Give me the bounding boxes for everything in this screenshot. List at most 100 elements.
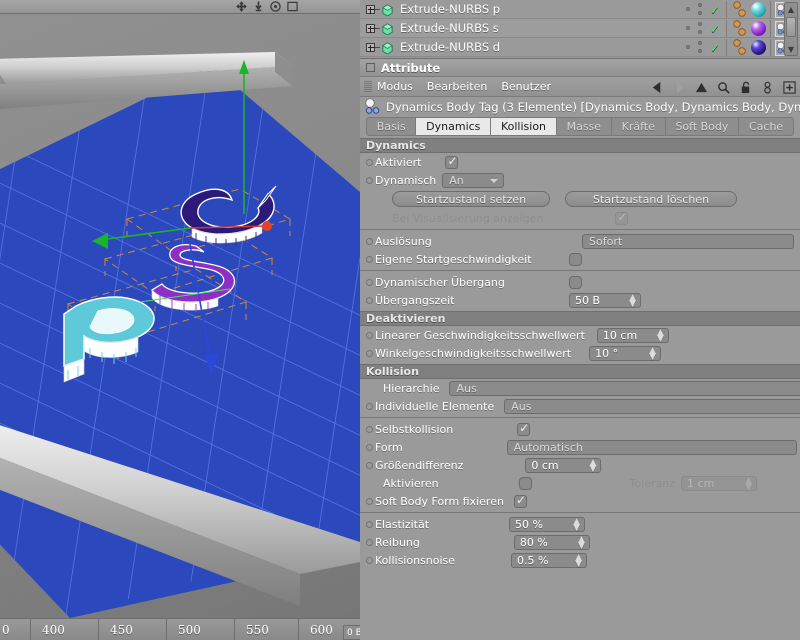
param-bullet-icon[interactable] — [366, 462, 373, 469]
forward-arrow-icon[interactable] — [673, 81, 686, 94]
param-bullet-icon[interactable] — [366, 332, 373, 339]
chain-icon[interactable] — [761, 81, 774, 94]
tab-soft-body[interactable]: Soft Body — [666, 118, 740, 135]
plus-icon[interactable] — [783, 81, 796, 94]
material-tag-icon[interactable] — [731, 1, 751, 18]
param-bullet-icon[interactable] — [366, 159, 373, 166]
stepper-icon[interactable]: ▲▼ — [745, 478, 752, 490]
dropdown-dynamisch[interactable]: An — [442, 173, 504, 188]
field-winkel-schwellwert[interactable]: 10 ° ▲▼ — [589, 346, 661, 361]
param-bullet-icon[interactable] — [366, 539, 373, 546]
param-bullet-icon[interactable] — [366, 256, 373, 263]
table-row[interactable]: Extrude-NURBS d ✓ — [360, 38, 800, 57]
material-tag-icon[interactable] — [731, 20, 751, 37]
checkbox-visualisierung[interactable] — [615, 212, 628, 225]
set-initial-state-button[interactable]: Startzustand setzen — [392, 191, 550, 207]
tab-cache[interactable]: Cache — [739, 118, 793, 135]
tab-masse[interactable]: Masse — [557, 118, 612, 135]
checkbox-startgeschwindigkeit[interactable] — [569, 253, 582, 266]
param-bullet-icon[interactable] — [366, 521, 373, 528]
unlock-icon[interactable] — [739, 81, 752, 94]
material-preview[interactable] — [751, 40, 766, 55]
expand-icon[interactable] — [366, 43, 375, 52]
param-bullet-icon[interactable] — [366, 403, 373, 410]
label-reibung: Reibung — [375, 536, 420, 549]
expand-icon[interactable] — [366, 24, 375, 33]
param-bullet-icon[interactable] — [366, 297, 373, 304]
dropdown-individuelle-elemente[interactable]: Aus — [504, 399, 800, 414]
table-row[interactable]: Extrude-NURBS p ✓ — [360, 0, 800, 19]
viewport-ruler[interactable]: 0400450500550600 — [0, 618, 360, 640]
field-linearer-schwellwert[interactable]: 10 cm ▲▼ — [597, 328, 669, 343]
stepper-icon[interactable]: ▲▼ — [589, 460, 596, 472]
visibility-dots[interactable] — [684, 38, 708, 57]
menu-bearbeiten[interactable]: Bearbeiten — [427, 80, 487, 93]
material-preview[interactable] — [751, 2, 766, 17]
enabled-check[interactable]: ✓ — [708, 3, 722, 17]
enabled-check[interactable]: ✓ — [708, 22, 722, 36]
param-bullet-icon[interactable] — [366, 279, 373, 286]
camera-frame-icon[interactable] — [287, 1, 298, 12]
rotate-icon[interactable] — [270, 1, 281, 12]
checkbox-dynamischer-uebergang[interactable] — [569, 276, 582, 289]
row-dynamisch: Dynamisch An — [366, 171, 794, 189]
field-uebergangszeit[interactable]: 50 B ▲▼ — [569, 293, 641, 308]
ruler-label: 400 — [42, 623, 65, 637]
material-tag-icon[interactable] — [731, 39, 751, 56]
dropdown-form[interactable]: Automatisch — [507, 440, 797, 455]
enabled-check[interactable]: ✓ — [708, 41, 722, 55]
dropdown-hierarchie-value: Aus — [456, 382, 476, 395]
move-icon[interactable] — [236, 1, 247, 12]
param-bullet-icon[interactable] — [366, 177, 373, 184]
checkbox-soft-body-form-fixieren[interactable] — [514, 495, 527, 508]
stepper-icon[interactable]: ▲▼ — [649, 348, 656, 360]
tab-dynamics[interactable]: Dynamics — [416, 118, 491, 135]
param-bullet-icon[interactable] — [366, 444, 373, 451]
scroll-down-icon[interactable]: ▼ — [785, 43, 797, 55]
viewport-3d-scene[interactable] — [0, 14, 360, 618]
visibility-dots[interactable] — [684, 0, 708, 19]
clear-initial-state-button[interactable]: Startzustand löschen — [565, 191, 737, 207]
back-arrow-icon[interactable] — [651, 81, 664, 94]
scroll-thumb[interactable] — [786, 17, 796, 37]
param-bullet-icon[interactable] — [366, 557, 373, 564]
leader-dots — [423, 537, 511, 548]
object-manager-scrollbar[interactable]: ▲ ▼ — [784, 2, 798, 56]
panel-toggle-icon[interactable] — [366, 63, 375, 72]
field-toleranz[interactable]: 1 cm ▲▼ — [681, 476, 757, 491]
attribute-object-header: Dynamics Body Tag (3 Elemente) [Dynamics… — [360, 97, 800, 116]
tab-kraefte[interactable]: Kräfte — [612, 118, 666, 135]
dropdown-ausloesung[interactable]: Sofort — [582, 234, 794, 249]
material-preview[interactable] — [751, 21, 766, 36]
param-bullet-icon[interactable] — [366, 426, 373, 433]
table-row[interactable]: Extrude-NURBS s ✓ — [360, 19, 800, 38]
stepper-icon[interactable]: ▲▼ — [657, 330, 664, 342]
stepper-icon[interactable]: ▲▼ — [573, 519, 580, 531]
scale-down-icon[interactable] — [253, 1, 264, 12]
checkbox-aktivieren[interactable] — [519, 477, 532, 490]
field-groessendifferenz[interactable]: 0 cm ▲▼ — [525, 458, 601, 473]
stepper-icon[interactable]: ▲▼ — [575, 555, 582, 567]
search-icon[interactable] — [717, 81, 730, 94]
tab-basis[interactable]: Basis — [367, 118, 416, 135]
up-arrow-icon[interactable] — [695, 81, 708, 94]
checkbox-aktiviert[interactable] — [445, 156, 458, 169]
divider — [360, 417, 800, 418]
param-bullet-icon[interactable] — [366, 350, 373, 357]
checkbox-selbstkollision[interactable] — [517, 423, 530, 436]
stepper-icon[interactable]: ▲▼ — [578, 537, 585, 549]
param-bullet-icon[interactable] — [366, 498, 373, 505]
field-reibung[interactable]: 80 % ▲▼ — [514, 535, 590, 550]
field-elastizitaet[interactable]: 50 % ▲▼ — [509, 517, 585, 532]
drag-grip-icon[interactable] — [364, 81, 372, 92]
tab-kollision[interactable]: Kollision — [491, 118, 557, 135]
scroll-up-icon[interactable]: ▲ — [785, 3, 797, 15]
field-kollisionsnoise[interactable]: 0.5 % ▲▼ — [511, 553, 587, 568]
param-bullet-icon[interactable] — [366, 238, 373, 245]
menu-modus[interactable]: Modus — [377, 80, 413, 93]
expand-icon[interactable] — [366, 5, 375, 14]
menu-benutzer[interactable]: Benutzer — [501, 80, 551, 93]
dropdown-hierarchie[interactable]: Aus — [449, 381, 800, 396]
stepper-icon[interactable]: ▲▼ — [629, 295, 636, 307]
visibility-dots[interactable] — [684, 19, 708, 38]
